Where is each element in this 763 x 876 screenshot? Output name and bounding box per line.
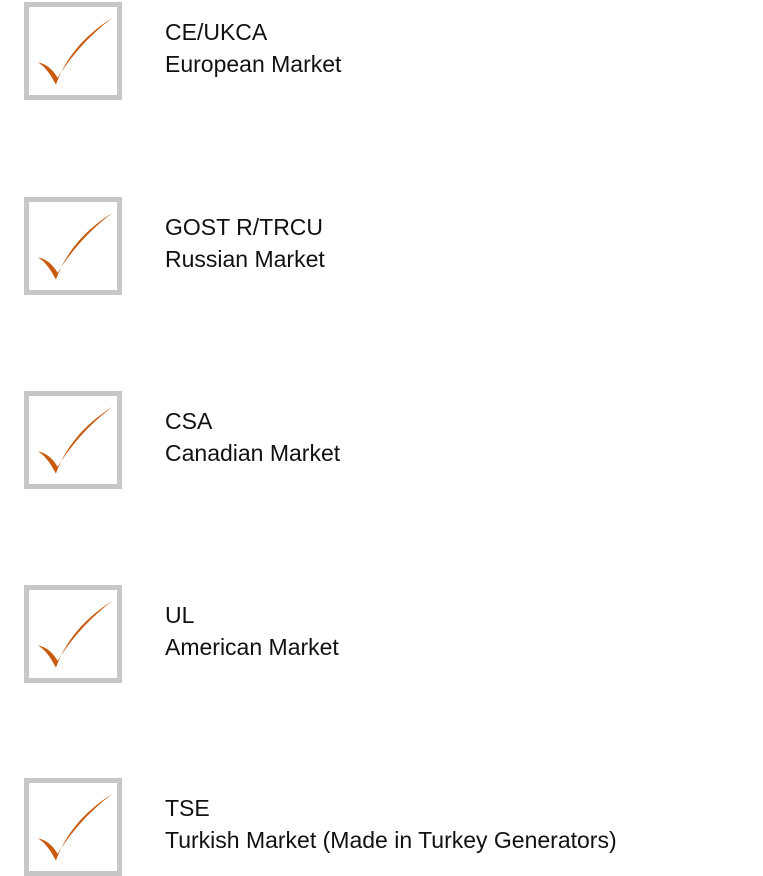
checkmark-icon	[37, 212, 113, 280]
market-label: American Market	[165, 634, 339, 660]
checkmark-icon	[37, 17, 113, 85]
certification-text: GOST R/TRCU Russian Market	[165, 211, 325, 275]
certification-item-ul: UL American Market	[24, 585, 744, 683]
certification-item-gost-trcu: GOST R/TRCU Russian Market	[24, 197, 744, 295]
certification-title: CE/UKCA	[165, 19, 268, 45]
certification-text: CSA Canadian Market	[165, 405, 340, 469]
market-label: Turkish Market (Made in Turkey Generator…	[165, 827, 617, 853]
certification-item-csa: CSA Canadian Market	[24, 391, 744, 489]
checkbox	[24, 197, 122, 295]
certification-title: UL	[165, 602, 195, 628]
certification-list: CE/UKCA European Market GOST R/TRCU Russ…	[0, 0, 763, 876]
certification-title: CSA	[165, 408, 213, 434]
checkbox	[24, 391, 122, 489]
certification-text: TSE Turkish Market (Made in Turkey Gener…	[165, 792, 617, 856]
certification-text: UL American Market	[165, 599, 339, 663]
certification-item-tse: TSE Turkish Market (Made in Turkey Gener…	[24, 778, 744, 876]
certification-title: TSE	[165, 795, 210, 821]
market-label: Russian Market	[165, 246, 325, 272]
market-label: European Market	[165, 51, 342, 77]
certification-title: GOST R/TRCU	[165, 214, 324, 240]
checkbox	[24, 778, 122, 876]
certification-text: CE/UKCA European Market	[165, 16, 341, 80]
checkbox	[24, 2, 122, 100]
checkbox	[24, 585, 122, 683]
market-label: Canadian Market	[165, 440, 341, 466]
certification-item-ce-ukca: CE/UKCA European Market	[24, 2, 744, 100]
checkmark-icon	[37, 793, 113, 861]
checkmark-icon	[37, 406, 113, 474]
checkmark-icon	[37, 600, 113, 668]
